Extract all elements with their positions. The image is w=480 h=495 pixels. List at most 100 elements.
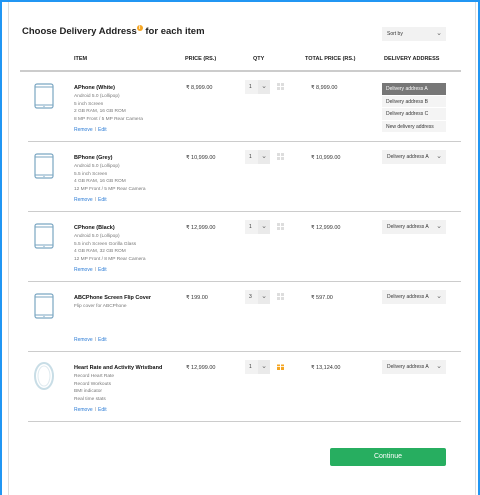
description-line: 12 MP Front / 5 MP Rear Camera bbox=[74, 186, 146, 192]
item-price: ₹ 199.00 bbox=[186, 295, 208, 301]
link-separator: I bbox=[94, 337, 97, 343]
chevron-down-icon: ⌄ bbox=[436, 153, 442, 160]
item-price: ₹ 12,999.00 bbox=[186, 365, 216, 371]
delivery-value: Delivery address A bbox=[387, 224, 429, 230]
delivery-select-box[interactable]: Delivery address A ⌄ bbox=[382, 290, 446, 304]
link-separator: I bbox=[94, 407, 97, 413]
delivery-select-box[interactable]: Delivery address A ⌄ bbox=[382, 360, 446, 374]
description-line: BMI indicator bbox=[74, 389, 102, 395]
delivery-option[interactable]: Delivery address C bbox=[382, 108, 446, 121]
description-line: 2 GB RAM, 16 GB ROM bbox=[74, 109, 126, 115]
item-actions: Remove I Edit bbox=[74, 337, 107, 343]
phone-image bbox=[28, 80, 60, 112]
gift-wrap-icon[interactable] bbox=[277, 293, 284, 300]
item-actions: Remove I Edit bbox=[74, 407, 107, 413]
delivery-address-select[interactable]: Delivery address A ⌄ bbox=[382, 360, 446, 374]
header-item: ITEM bbox=[74, 56, 88, 62]
link-separator: I bbox=[94, 267, 97, 273]
phone-icon bbox=[34, 223, 54, 249]
description-line: 5.5 inch Screen bbox=[74, 171, 108, 177]
item-description: Android 5.0 (Lollipop) 5.5 inch Screen 4 G… bbox=[74, 163, 146, 193]
delivery-option[interactable]: New delivery address bbox=[382, 120, 446, 133]
phone-icon bbox=[34, 293, 54, 319]
chevron-down-icon: ⌄ bbox=[436, 363, 442, 370]
item-name: Heart Rate and Activity Wristband bbox=[74, 365, 163, 371]
item-total: ₹ 12,999.00 bbox=[311, 225, 341, 231]
item-description: Android 5.0 (Lollipop) 5.5 inch Screen Go… bbox=[74, 233, 146, 263]
link-separator: I bbox=[94, 127, 97, 133]
header-price: PRICE (RS.) bbox=[185, 56, 217, 62]
description-line: Real time stats bbox=[74, 396, 106, 402]
wristband-icon bbox=[34, 362, 54, 390]
item-name: CPhone (Black) bbox=[74, 225, 115, 231]
description-line: Android 5.0 (Lollipop) bbox=[74, 234, 120, 239]
delivery-address-select[interactable]: Delivery address A ⌄ bbox=[382, 290, 446, 304]
item-actions: Remove I Edit bbox=[74, 127, 107, 133]
gift-wrap-icon[interactable] bbox=[277, 153, 284, 160]
quantity-select[interactable]: 1 ⌄ bbox=[245, 220, 270, 234]
sort-dropdown[interactable]: Sort by ⌄ bbox=[382, 27, 446, 41]
remove-link[interactable]: Remove bbox=[74, 337, 93, 343]
description-line: 8 MP Front / 5 MP Rear Camera bbox=[74, 116, 143, 122]
description-line: 12 MP Front / 8 MP Rear Camera bbox=[74, 256, 146, 262]
remove-link[interactable]: Remove bbox=[74, 267, 93, 273]
item-price: ₹ 12,999.00 bbox=[186, 225, 216, 231]
title-text: Choose Delivery Address bbox=[22, 26, 137, 37]
chevron-down-icon: ⌄ bbox=[436, 223, 442, 230]
item-total: ₹ 597.00 bbox=[311, 295, 333, 301]
item-total: ₹ 10,999.00 bbox=[311, 155, 341, 161]
item-total: ₹ 13,124.00 bbox=[311, 365, 341, 371]
quantity-value: 3 bbox=[249, 294, 252, 300]
header-qty: QTY bbox=[253, 56, 265, 62]
quantity-value: 1 bbox=[249, 84, 252, 90]
description-line: Android 5.0 (Lollipop) bbox=[74, 94, 120, 99]
table-row: Heart Rate and Activity Wristband Record… bbox=[28, 352, 461, 422]
quantity-value: 1 bbox=[249, 364, 252, 370]
quantity-select[interactable]: 1 ⌄ bbox=[245, 150, 270, 164]
gift-wrap-icon[interactable] bbox=[277, 223, 284, 230]
continue-button[interactable]: Continue bbox=[330, 448, 446, 466]
gift-wrap-icon[interactable] bbox=[277, 83, 284, 90]
chevron-down-icon: ⌄ bbox=[258, 290, 270, 304]
edit-link[interactable]: Edit bbox=[98, 127, 107, 133]
description-line: Flip cover for ABCPhone bbox=[74, 304, 127, 309]
phone-image bbox=[28, 290, 60, 322]
quantity-select[interactable]: 1 ⌄ bbox=[245, 80, 270, 94]
header-delivery: DELIVERY ADDRESS bbox=[384, 56, 440, 62]
delivery-select-box[interactable]: Delivery address A ⌄ bbox=[382, 150, 446, 164]
phone-icon bbox=[34, 153, 54, 179]
delivery-address-select[interactable]: Delivery address A ⌄ bbox=[382, 150, 446, 164]
item-actions: Remove I Edit bbox=[74, 197, 107, 203]
quantity-select[interactable]: 3 ⌄ bbox=[245, 290, 270, 304]
description-line: 5 inch Screen bbox=[74, 101, 104, 107]
quantity-value: 1 bbox=[249, 154, 252, 160]
delivery-address-select[interactable]: Delivery address A ⌄ bbox=[382, 220, 446, 234]
item-price: ₹ 10,999.00 bbox=[186, 155, 216, 161]
info-icon[interactable]: i bbox=[136, 25, 143, 31]
quantity-select[interactable]: 1 ⌄ bbox=[245, 360, 270, 374]
sort-label: Sort by bbox=[387, 31, 403, 37]
description-line: 5.5 inch Screen Gorilla Glass bbox=[74, 241, 137, 247]
link-separator: I bbox=[94, 197, 97, 203]
delivery-select-box[interactable]: Delivery address A ⌄ bbox=[382, 220, 446, 234]
chevron-down-icon: ⌄ bbox=[436, 30, 442, 37]
edit-link[interactable]: Edit bbox=[98, 267, 107, 273]
phone-icon bbox=[34, 83, 54, 109]
delivery-value: Delivery address A bbox=[387, 364, 429, 370]
delivery-value: Delivery address A bbox=[387, 154, 429, 160]
delivery-value: Delivery address A bbox=[387, 294, 429, 300]
table-row: BPhone (Grey) Android 5.0 (Lollipop) 5.5 … bbox=[28, 142, 461, 212]
item-price: ₹ 8,999.00 bbox=[186, 85, 213, 91]
edit-link[interactable]: Edit bbox=[98, 407, 107, 413]
item-name: BPhone (Grey) bbox=[74, 155, 113, 161]
delivery-address-select[interactable]: Delivery address A Delivery address B Deli… bbox=[382, 83, 446, 133]
edit-link[interactable]: Edit bbox=[98, 197, 107, 203]
edit-link[interactable]: Edit bbox=[98, 337, 107, 343]
remove-link[interactable]: Remove bbox=[74, 197, 93, 203]
delivery-option[interactable]: Delivery address B bbox=[382, 95, 446, 108]
gift-wrap-icon[interactable] bbox=[277, 363, 284, 370]
remove-link[interactable]: Remove bbox=[74, 127, 93, 133]
remove-link[interactable]: Remove bbox=[74, 407, 93, 413]
delivery-option[interactable]: Delivery address A bbox=[382, 83, 446, 96]
phone-image bbox=[28, 220, 60, 252]
